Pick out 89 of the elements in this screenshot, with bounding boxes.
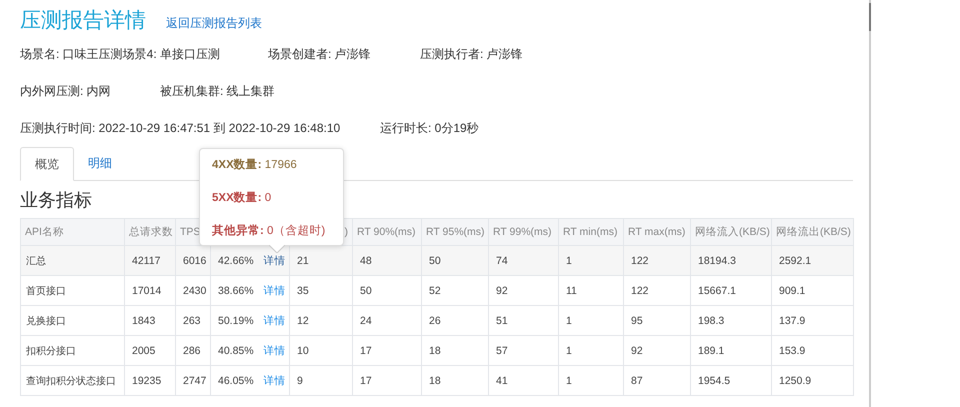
column-header: RT min(ms) <box>558 218 624 246</box>
table-cell: 92 <box>496 284 508 296</box>
table-cell: 38.66% <box>218 284 254 296</box>
column-header: RT 90%(ms) <box>352 218 422 246</box>
table-cell: 41 <box>496 374 508 386</box>
table-cell: 57 <box>496 344 508 356</box>
column-header: RT 95%(ms) <box>422 218 488 246</box>
info-text: 场景创建者: 卢澎锋 <box>268 46 372 63</box>
table-cell: 1 <box>566 374 572 386</box>
back-link[interactable]: 返回压测报告列表 <box>166 15 262 32</box>
info-text: 场景名: 口味王压测场景4: 单接口压测 <box>20 46 222 63</box>
table-cell: 12 <box>297 314 309 326</box>
table-cell: 46.05% <box>218 374 254 386</box>
table-cell: 48 <box>360 254 372 266</box>
table-cell: 122 <box>631 284 649 296</box>
column-header: 网络流出(KB/S) <box>772 218 854 246</box>
table-cell: 92 <box>631 344 643 356</box>
table-cell: 查询扣积分状态接口 <box>26 376 116 386</box>
table-cell: 18194.3 <box>698 254 736 266</box>
table-cell: 17014 <box>132 284 162 296</box>
table-cell: 1250.9 <box>779 374 812 386</box>
column-header: 总请求数 <box>124 218 176 246</box>
detail-link[interactable]: 详情 <box>264 254 286 266</box>
error-count-text: 5XX数量: 0 <box>212 190 272 206</box>
table-cell: 1 <box>566 314 572 326</box>
table-cell: 兑换接口 <box>26 316 66 326</box>
table-cell: 198.3 <box>698 314 724 326</box>
table-cell: 15667.1 <box>698 284 736 296</box>
table-cell: 51 <box>496 314 508 326</box>
info-text: 压测执行时间: 2022-10-29 16:47:51 到 2022-10-29 16:48:10 <box>20 120 342 137</box>
column-header: 网络流入(KB/S) <box>690 218 772 246</box>
table-cell: 17 <box>360 344 372 356</box>
table-cell: 1 <box>566 344 572 356</box>
scrollbar[interactable] <box>869 0 871 407</box>
table-cell: 17 <box>360 374 372 386</box>
table-cell: 189.1 <box>698 344 724 356</box>
info-text: 压测执行者: 卢澎锋 <box>420 46 523 63</box>
table-cell: 35 <box>297 284 309 296</box>
section-title: 业务指标 <box>20 189 92 211</box>
table-cell: 909.1 <box>779 284 806 296</box>
info-text: 被压机集群: 线上集群 <box>160 83 275 100</box>
table-cell: 6016 <box>183 254 206 266</box>
table-cell: 50 <box>429 254 441 266</box>
table-cell: 汇总 <box>26 256 46 266</box>
column-header: API名称 <box>20 218 124 246</box>
table-cell: 19235 <box>132 374 162 386</box>
info-text: 内外网压测: 内网 <box>20 83 112 100</box>
detail-link[interactable]: 详情 <box>264 314 286 326</box>
table-cell: 42117 <box>132 254 160 266</box>
table-cell: 1843 <box>132 314 156 326</box>
table-cell: 153.9 <box>779 344 806 356</box>
table-cell: 10 <box>297 344 309 356</box>
table-cell: 24 <box>360 314 372 326</box>
table-cell: 286 <box>183 344 201 356</box>
table-cell: 18 <box>429 374 441 386</box>
detail-link[interactable]: 详情 <box>264 284 286 296</box>
table-cell: 11 <box>566 284 577 296</box>
table-cell: 87 <box>631 374 643 386</box>
table-cell: 1954.5 <box>698 374 730 386</box>
table-cell: 263 <box>183 314 201 326</box>
table-cell: 首页接口 <box>26 286 66 296</box>
detail-link[interactable]: 详情 <box>264 344 286 356</box>
table-cell: 52 <box>429 284 441 296</box>
info-text: 运行时长: 0分19秒 <box>380 120 479 137</box>
page-title: 压测报告详情 <box>20 8 146 34</box>
tab[interactable]: 概览 <box>20 147 74 181</box>
table-cell: 40.85% <box>218 344 254 356</box>
table-cell: 50.19% <box>218 314 254 326</box>
table-cell: 26 <box>429 314 441 326</box>
column-header: RT max(ms) <box>624 218 690 246</box>
error-count-text: 4XX数量: 17966 <box>212 158 297 173</box>
column-header: RT 99%(ms) <box>488 218 558 246</box>
table-cell: 137.9 <box>779 314 806 326</box>
table-cell: 2430 <box>183 284 206 296</box>
detail-link[interactable]: 详情 <box>264 374 286 386</box>
table-cell: 18 <box>429 344 441 356</box>
table-cell: 2005 <box>132 344 156 356</box>
table-cell: 21 <box>297 254 309 266</box>
table-cell: 50 <box>360 284 372 296</box>
table-cell: 扣积分接口 <box>26 346 76 356</box>
table-cell: 74 <box>496 254 508 266</box>
table-cell: 9 <box>297 374 303 386</box>
table-cell: 42.66% <box>218 254 254 266</box>
tab[interactable]: 明细 <box>74 147 126 180</box>
table-cell: 95 <box>631 314 643 326</box>
table-cell: 122 <box>631 254 649 266</box>
table-cell: 1 <box>566 254 572 266</box>
table-cell: 2592.1 <box>779 254 812 266</box>
table-cell: 2747 <box>183 374 206 386</box>
